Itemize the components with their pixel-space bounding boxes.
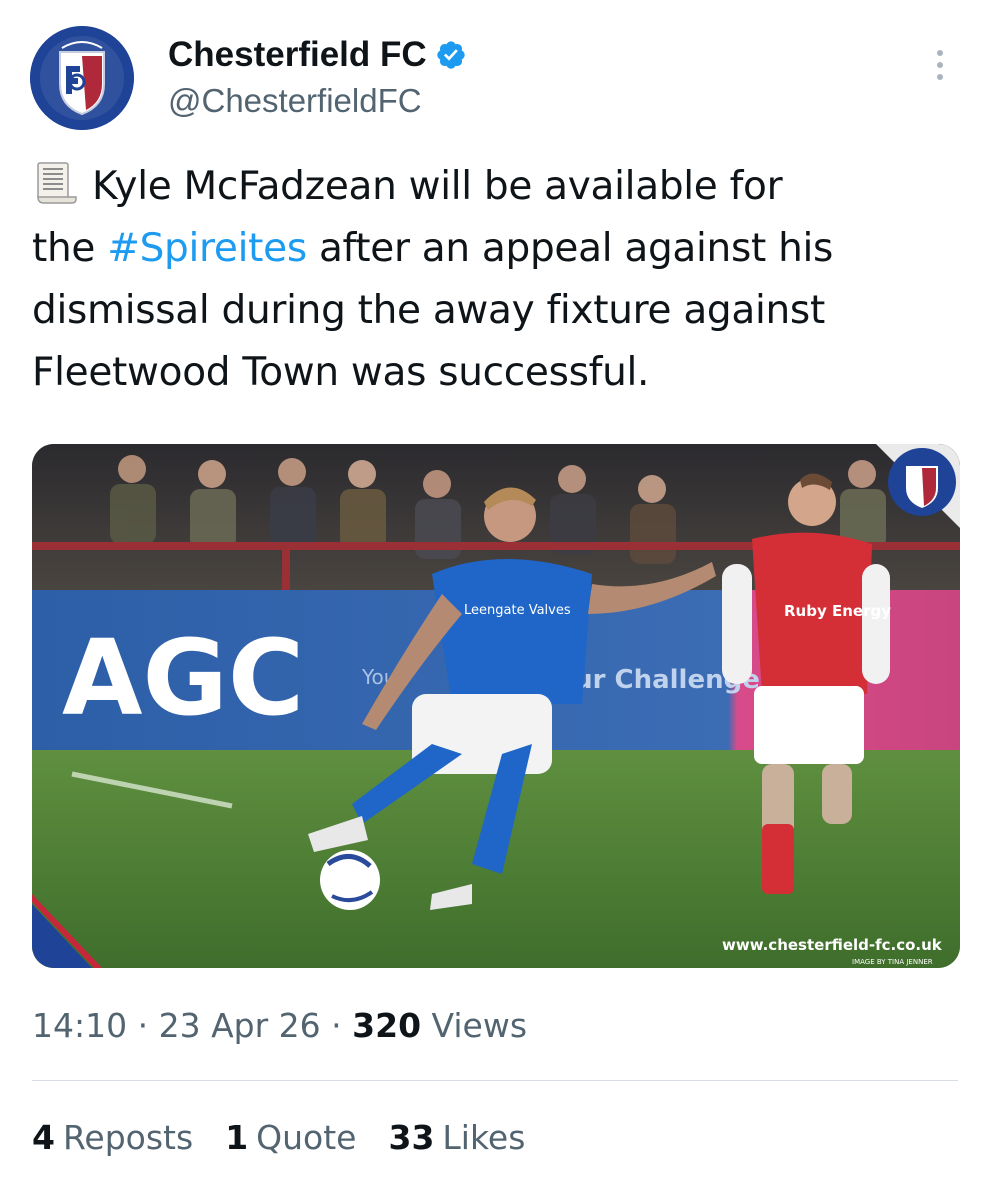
account-handle[interactable]: @ChesterfieldFC	[168, 82, 467, 120]
display-name[interactable]: Chesterfield FC	[168, 35, 427, 75]
hoarding-text: AGC	[62, 617, 304, 739]
quotes-label: Quote	[256, 1118, 357, 1157]
chesterfield-crest-icon	[30, 26, 134, 130]
tweet-line-2: the #Spireites after an appeal against h…	[32, 218, 952, 280]
likes-count: 33	[388, 1118, 435, 1157]
meta-separator: ·	[127, 1006, 159, 1045]
views-count: 320	[352, 1006, 422, 1045]
opponent-sponsor: Ruby Energy	[784, 602, 891, 620]
reposts-label: Reposts	[62, 1118, 194, 1157]
tweet-line-1: Kyle McFadzean will be available for	[32, 156, 952, 218]
hashtag-link[interactable]: #Spireites	[107, 226, 307, 271]
avatar[interactable]	[30, 26, 134, 130]
divider	[32, 1080, 958, 1081]
quotes-stat[interactable]: 1 Quote	[225, 1118, 356, 1157]
tweet-media-image[interactable]: AGC Your Our Challenge Ruby Energy Leeng…	[32, 444, 960, 968]
tweet-time[interactable]: 14:10	[32, 1006, 127, 1045]
match-photo: AGC Your Our Challenge Ruby Energy Leeng…	[32, 444, 960, 968]
engagement-stats: 4 Reposts 1 Quote 33 Likes	[32, 1118, 525, 1157]
shirt-sponsor: Leengate Valves	[464, 603, 571, 618]
tweet-text-line-4: Fleetwood Town was successful.	[32, 350, 650, 395]
account-names: Chesterfield FC @ChesterfieldFC	[168, 34, 467, 120]
scroll-icon	[37, 162, 77, 204]
tweet-header: Chesterfield FC @ChesterfieldFC	[30, 26, 960, 130]
more-options-icon[interactable]	[934, 50, 946, 86]
tweet-date[interactable]: 23 Apr 26	[159, 1006, 321, 1045]
tweet-text-line-2-prefix: the	[32, 226, 108, 271]
tweet-meta: 14:10 · 23 Apr 26 · 320 Views	[32, 1006, 527, 1045]
football	[320, 850, 380, 910]
views-label: Views	[421, 1006, 528, 1045]
likes-stat[interactable]: 33 Likes	[388, 1118, 525, 1157]
reposts-count: 4	[32, 1118, 55, 1157]
reposts-stat[interactable]: 4 Reposts	[32, 1118, 193, 1157]
photo-credit: IMAGE BY TINA JENNER	[852, 958, 933, 966]
tweet-text-line-3: dismissal during the away fixture agains…	[32, 288, 825, 333]
tweet-text: Kyle McFadzean will be available for the…	[32, 156, 952, 404]
tweet-text-line-2-suffix: after an appeal against his	[306, 226, 834, 271]
verified-badge-icon	[436, 41, 465, 69]
tweet-text-line-1: Kyle McFadzean will be available for	[92, 164, 783, 209]
likes-label: Likes	[442, 1118, 526, 1157]
crest-watermark-icon	[888, 448, 956, 516]
meta-separator: ·	[320, 1006, 353, 1045]
watermark-text: www.chesterfield-fc.co.uk	[722, 936, 943, 954]
quotes-count: 1	[225, 1118, 249, 1157]
